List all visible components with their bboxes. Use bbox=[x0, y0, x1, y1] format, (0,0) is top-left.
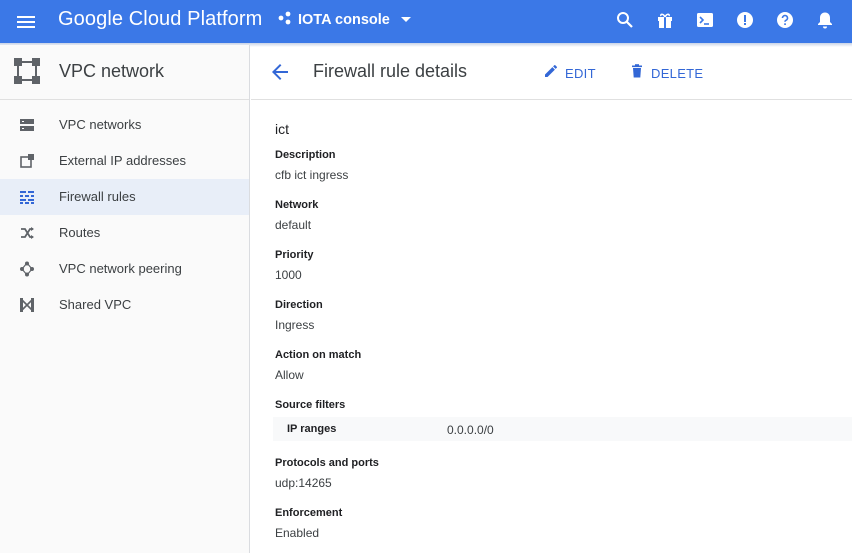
firewall-icon bbox=[19, 189, 35, 205]
ip-ranges-key: IP ranges bbox=[287, 423, 337, 435]
sidebar-header: VPC network bbox=[0, 45, 249, 100]
delete-button[interactable]: DELETE bbox=[629, 62, 703, 84]
gift-icon[interactable] bbox=[654, 9, 676, 31]
sidebar-item-label: VPC network peering bbox=[59, 261, 182, 276]
description-value: cfb ict ingress bbox=[275, 168, 349, 182]
main-content: Firewall rule details EDIT DELETE ict De… bbox=[251, 45, 852, 553]
sidebar-item-routes[interactable]: Routes bbox=[0, 215, 249, 251]
action-label: Action on match bbox=[275, 349, 362, 361]
sidebar-title: VPC network bbox=[59, 61, 165, 81]
project-dots-icon bbox=[278, 11, 292, 30]
peering-icon bbox=[19, 261, 35, 277]
help-icon[interactable] bbox=[774, 9, 796, 31]
search-icon[interactable] bbox=[614, 9, 636, 31]
vpc-network-logo-icon bbox=[13, 57, 41, 90]
edit-label: EDIT bbox=[565, 65, 596, 81]
protocols-label: Protocols and ports bbox=[275, 457, 379, 469]
top-app-bar: Google Cloud Platform IOTA console bbox=[0, 0, 852, 43]
project-name: IOTA console bbox=[298, 12, 390, 28]
sidebar: VPC network VPC networks External IP add… bbox=[0, 45, 250, 553]
vpc-networks-icon bbox=[19, 117, 35, 133]
enforcement-value: Enabled bbox=[275, 526, 320, 540]
protocols-value: udp:14265 bbox=[275, 476, 332, 490]
sidebar-item-external-ip[interactable]: External IP addresses bbox=[0, 143, 249, 179]
ip-ranges-row: IP ranges 0.0.0.0/0 bbox=[273, 417, 852, 441]
sidebar-item-label: Routes bbox=[59, 225, 101, 240]
sidebar-item-label: VPC networks bbox=[59, 117, 142, 132]
edit-button[interactable]: EDIT bbox=[543, 62, 596, 84]
enforcement-label: Enforcement bbox=[275, 507, 343, 519]
shared-vpc-icon bbox=[19, 297, 35, 313]
page-title: Firewall rule details bbox=[313, 61, 468, 81]
pencil-icon bbox=[543, 63, 559, 84]
direction-value: Ingress bbox=[275, 318, 315, 332]
trash-icon bbox=[629, 63, 645, 84]
network-label: Network bbox=[275, 199, 319, 211]
chevron-down-icon bbox=[400, 11, 412, 29]
description-label: Description bbox=[275, 149, 336, 161]
cloud-shell-icon[interactable] bbox=[694, 9, 716, 31]
project-selector[interactable]: IOTA console bbox=[278, 9, 412, 31]
ip-ranges-value: 0.0.0.0/0 bbox=[447, 423, 494, 437]
sidebar-item-label: Shared VPC bbox=[59, 297, 132, 312]
notifications-icon[interactable] bbox=[814, 9, 836, 31]
sidebar-item-shared-vpc[interactable]: Shared VPC bbox=[0, 287, 249, 323]
direction-label: Direction bbox=[275, 299, 323, 311]
sidebar-item-label: External IP addresses bbox=[59, 153, 186, 168]
source-filters-label: Source filters bbox=[275, 399, 346, 411]
priority-value: 1000 bbox=[275, 268, 302, 282]
delete-label: DELETE bbox=[651, 65, 704, 81]
sidebar-item-vpc-peering[interactable]: VPC network peering bbox=[0, 251, 249, 287]
sidebar-item-label: Firewall rules bbox=[59, 189, 136, 204]
back-arrow-icon[interactable] bbox=[268, 60, 292, 84]
network-value: default bbox=[275, 218, 312, 232]
rule-name: ict bbox=[275, 121, 289, 137]
sidebar-item-vpc-networks[interactable]: VPC networks bbox=[0, 107, 249, 143]
sidebar-item-firewall-rules[interactable]: Firewall rules bbox=[0, 179, 249, 215]
action-value: Allow bbox=[275, 368, 304, 382]
page-header: Firewall rule details EDIT DELETE bbox=[251, 45, 852, 100]
menu-icon[interactable] bbox=[14, 10, 38, 34]
external-ip-icon bbox=[19, 153, 35, 169]
feedback-icon[interactable] bbox=[734, 9, 756, 31]
priority-label: Priority bbox=[275, 249, 314, 261]
app-title[interactable]: Google Cloud Platform bbox=[58, 8, 262, 31]
routes-icon bbox=[19, 225, 35, 241]
